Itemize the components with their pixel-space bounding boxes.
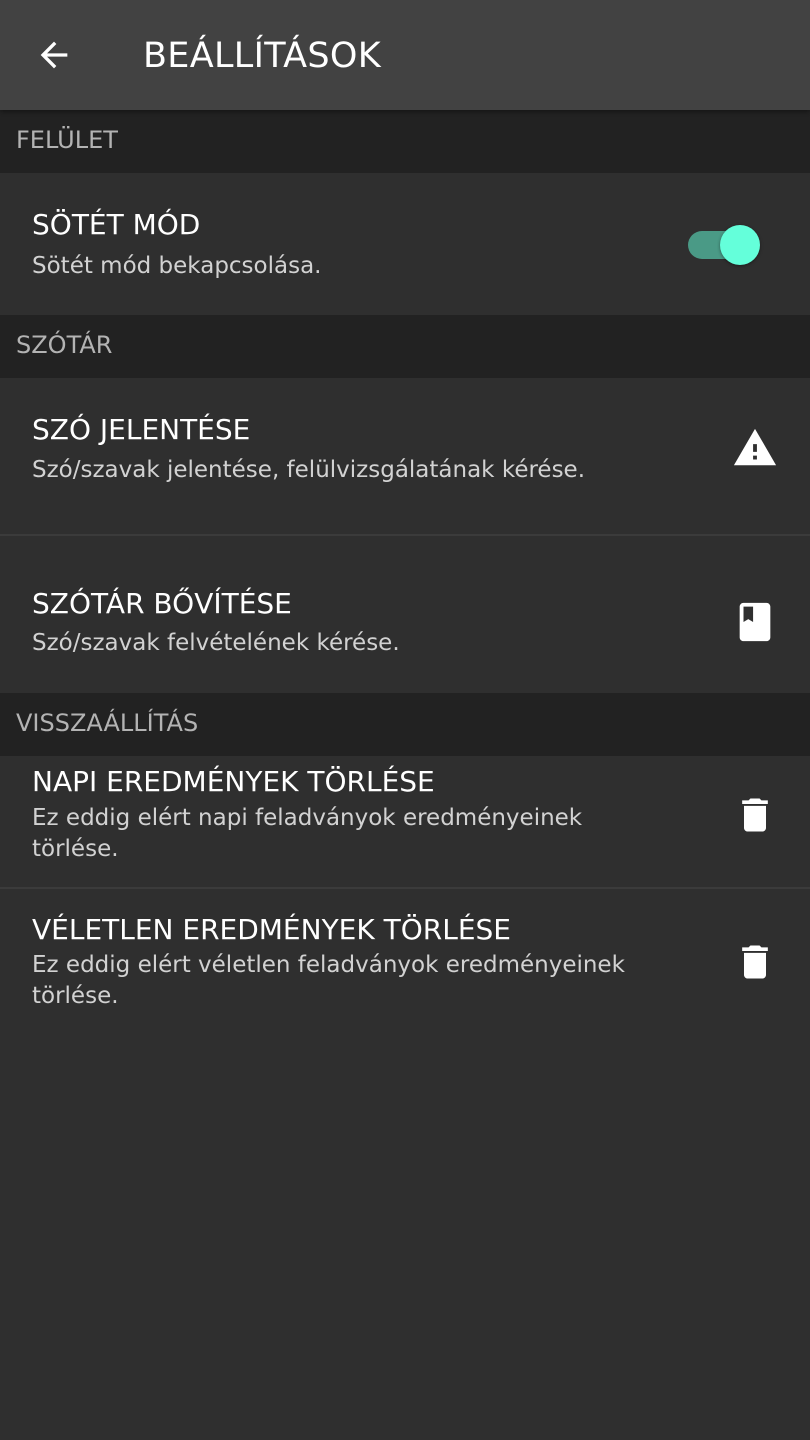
report-word-title: SZÓ JELENTÉSE [32, 413, 251, 446]
section-header-dictionary: SZÓTÁR [0, 315, 810, 378]
delete-random-title: VÉLETLEN EREDMÉNYEK TÖRLÉSE [32, 913, 511, 946]
dark-mode-summary: Sötét mód bekapcsolása. [32, 253, 322, 279]
report-word-preference[interactable]: SZÓ JELENTÉSE Szó/szavak jelentése, felü… [0, 378, 810, 534]
expand-dictionary-summary: Szó/szavak felvételének kérése. [32, 630, 400, 656]
delete-daily-summary: Ez eddig elért napi feladványok eredmény… [32, 805, 583, 862]
expand-dictionary-preference[interactable]: SZÓTÁR BŐVÍTÉSE Szó/szavak felvételének … [0, 536, 810, 693]
trash-icon [731, 938, 779, 986]
section-header-label: SZÓTÁR [16, 331, 113, 359]
delete-daily-title: NAPI EREDMÉNYEK TÖRLÉSE [32, 765, 435, 798]
expand-dictionary-title: SZÓTÁR BŐVÍTÉSE [32, 587, 292, 620]
settings-screen: BEÁLLÍTÁSOK FELÜLET SÖTÉT MÓD Sötét mód … [0, 0, 810, 1440]
delete-random-summary: Ez eddig elért véletlen feladványok ered… [32, 952, 625, 1009]
section-header-reset: VISSZAÁLLÍTÁS [0, 693, 810, 756]
delete-random-results-preference[interactable]: VÉLETLEN EREDMÉNYEK TÖRLÉSE Ez eddig elé… [0, 889, 810, 1020]
page-title: BEÁLLÍTÁSOK [143, 36, 382, 76]
book-icon [731, 598, 779, 646]
warning-icon [731, 424, 779, 472]
back-button[interactable] [22, 23, 86, 87]
app-bar: BEÁLLÍTÁSOK [0, 0, 810, 110]
dark-mode-preference[interactable]: SÖTÉT MÓD Sötét mód bekapcsolása. [0, 173, 810, 315]
section-header-label: FELÜLET [16, 126, 118, 154]
delete-daily-results-preference[interactable]: NAPI EREDMÉNYEK TÖRLÉSE Ez eddig elért n… [0, 756, 810, 887]
dark-mode-title: SÖTÉT MÓD [32, 208, 201, 241]
dark-mode-switch[interactable] [686, 223, 762, 267]
report-word-summary: Szó/szavak jelentése, felülvizsgálatának… [32, 457, 586, 483]
section-header-label: VISSZAÁLLÍTÁS [16, 709, 199, 737]
trash-icon [731, 791, 779, 839]
switch-thumb [720, 225, 760, 265]
section-header-interface: FELÜLET [0, 110, 810, 173]
arrow-left-icon [40, 41, 68, 69]
